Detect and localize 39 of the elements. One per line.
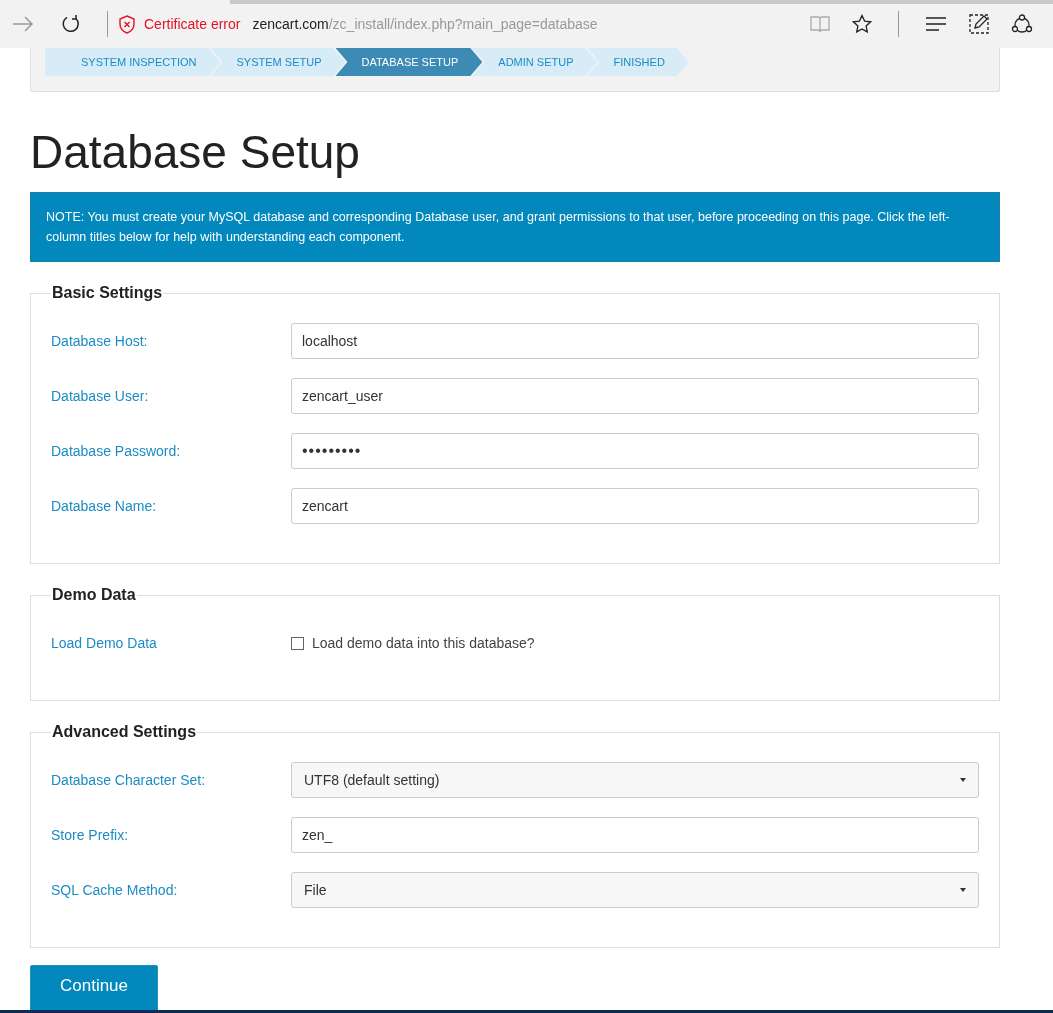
certificate-warning[interactable]: Certificate error — [144, 16, 241, 32]
checkbox[interactable] — [291, 636, 304, 650]
input-field[interactable]: zencart — [291, 488, 979, 524]
menu-icon[interactable] — [925, 17, 947, 31]
caret-icon — [960, 888, 966, 892]
section-legend: Basic Settings — [51, 284, 164, 302]
field-label-link[interactable]: Database Name: — [51, 498, 291, 514]
step-tab[interactable]: SYSTEM SETUP — [210, 48, 346, 76]
input-field[interactable]: ••••••••• — [291, 433, 979, 469]
field-label-link[interactable]: Database User: — [51, 388, 291, 404]
share-icon[interactable] — [1011, 14, 1033, 34]
field-label-link[interactable]: Database Password: — [51, 443, 291, 459]
shield-error-icon[interactable] — [118, 14, 136, 34]
step-tab[interactable]: ADMIN SETUP — [472, 48, 598, 76]
input-field[interactable]: zencart_user — [291, 378, 979, 414]
section-legend: Demo Data — [51, 586, 137, 604]
field-label-link[interactable]: Database Character Set: — [51, 772, 291, 788]
page-heading: Database Setup — [30, 126, 361, 178]
forward-arrow-icon[interactable] — [12, 16, 34, 32]
star-icon[interactable] — [852, 14, 872, 34]
select-dropdown[interactable]: File — [291, 872, 979, 908]
field-label-link[interactable]: Store Prefix: — [51, 827, 291, 843]
field-label-link[interactable]: Load Demo Data — [51, 635, 291, 651]
note-banner: NOTE: You must create your MySQL database and corresponding Database user, and grant permissions to that user, before proceeding on this page. Click the left-column titles below for help with understanding each component. — [30, 192, 1000, 262]
caret-icon — [960, 778, 966, 782]
checkbox-label[interactable]: Load demo data into this database? — [312, 635, 535, 651]
address-bar[interactable]: zencart.com/zc_install/index.php?main_page=database — [252, 16, 598, 32]
field-label-link[interactable]: Database Host: — [51, 333, 291, 349]
select-dropdown[interactable]: UTF8 (default setting) — [291, 762, 979, 798]
section-legend: Advanced Settings — [51, 723, 198, 741]
input-field[interactable]: zen_ — [291, 817, 979, 853]
step-tab[interactable]: DATABASE SETUP — [335, 48, 483, 76]
step-tab[interactable]: SYSTEM INSPECTION — [45, 48, 221, 76]
pen-note-icon[interactable] — [969, 14, 989, 34]
continue-button[interactable]: Continue — [30, 965, 158, 1011]
step-tab[interactable]: FINISHED — [587, 48, 689, 76]
refresh-icon[interactable] — [61, 14, 81, 34]
field-label-link[interactable]: SQL Cache Method: — [51, 882, 291, 898]
input-field[interactable]: localhost — [291, 323, 979, 359]
